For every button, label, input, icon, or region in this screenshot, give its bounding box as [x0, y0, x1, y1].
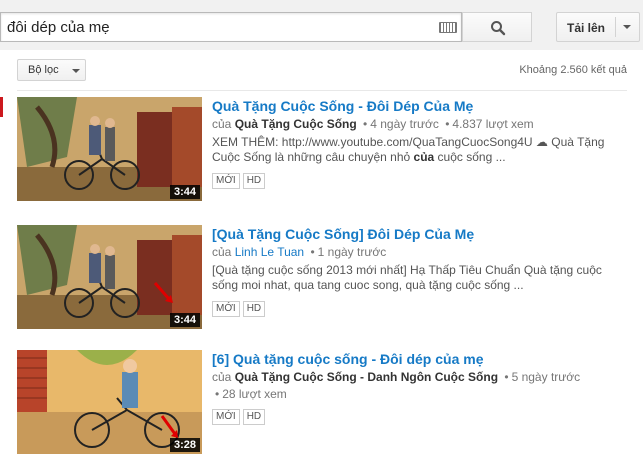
upload-age: 1 ngày trước: [317, 245, 387, 259]
upload-age: 5 ngày trước: [511, 370, 581, 384]
hd-badge: HD: [242, 409, 266, 425]
badge-row: MỚI HD: [212, 407, 632, 425]
badge-row: MỚI HD: [212, 299, 632, 317]
badge-row: MỚI HD: [212, 171, 632, 189]
chevron-down-icon: [72, 69, 80, 73]
separator-dot: •: [363, 117, 368, 131]
new-badge: MỚI: [212, 409, 240, 425]
channel-link[interactable]: Quà Tặng Cuộc Sống: [235, 117, 357, 131]
description-text: cuộc sống ...: [434, 150, 506, 164]
separator-dot: •: [310, 245, 315, 259]
result-count: Khoảng 2.560 kết quả: [519, 64, 627, 76]
search-query-text: đôi dép của mẹ: [7, 19, 110, 36]
channel-link[interactable]: Linh Le Tuan: [235, 245, 304, 259]
upload-label: Tải lên: [567, 21, 606, 35]
search-icon: [491, 21, 506, 36]
channel-link[interactable]: Quà Tặng Cuộc Sống - Danh Ngôn Cuộc Sống: [235, 370, 498, 384]
keyboard-icon[interactable]: [439, 22, 457, 33]
description-line: XEM THÊM: http://www.youtube.com/QuaTang…: [212, 135, 605, 149]
video-info: [Quà Tặng Cuộc Sống] Đôi Dép Của Mẹ của …: [212, 225, 632, 317]
video-thumbnail[interactable]: 3:44: [17, 97, 202, 201]
video-result-2: 3:44 [Quà Tặng Cuộc Sống] Đôi Dép Của Mẹ…: [0, 225, 643, 337]
video-title[interactable]: Quà Tặng Cuộc Sống - Đôi Dép Của Mẹ: [212, 97, 632, 115]
separator-dot: •: [504, 370, 509, 384]
upload-button[interactable]: Tải lên: [556, 12, 640, 42]
video-description: XEM THÊM: http://www.youtube.com/QuaTang…: [212, 135, 632, 165]
filter-label: Bộ lọc: [28, 64, 59, 76]
video-result-1: 3:44 Quà Tặng Cuộc Sống - Đôi Dép Của Mẹ…: [0, 97, 643, 209]
description-line: sống moi nhat, qua tang cuoc song, quà t…: [212, 278, 524, 292]
masthead: đôi dép của mẹ Tải lên: [0, 0, 643, 50]
video-title[interactable]: [Quà Tặng Cuộc Sống] Đôi Dép Của Mẹ: [212, 225, 632, 243]
video-info: Quà Tặng Cuộc Sống - Đôi Dép Của Mẹ của …: [212, 97, 632, 189]
video-meta: của Linh Le Tuan • 1 ngày trước: [212, 244, 632, 261]
view-count: 4.837 lượt xem: [452, 117, 534, 131]
upload-age: 4 ngày trước: [370, 117, 439, 131]
results-panel: Bộ lọc Khoảng 2.560 kết quả 3:44 Quà Tặn…: [0, 50, 643, 464]
new-badge: MỚI: [212, 173, 240, 189]
video-description: [Quà tặng cuộc sống 2013 mới nhất] Hạ Th…: [212, 263, 632, 293]
upload-divider: [615, 17, 616, 37]
hd-badge: HD: [242, 301, 266, 317]
video-thumbnail[interactable]: 3:44: [17, 225, 202, 329]
chevron-down-icon[interactable]: [623, 25, 631, 29]
video-result-3: 3:28 [6] Quà tặng cuộc sống - Đôi dép củ…: [0, 350, 643, 462]
video-meta: của Quà Tặng Cuộc Sống • 4 ngày trước • 4.…: [212, 116, 632, 133]
separator-dot: •: [215, 387, 220, 401]
description-highlight: của: [413, 150, 435, 164]
hd-badge: HD: [242, 173, 266, 189]
description-text: Cuộc Sống là những câu chuyện nhỏ: [212, 150, 414, 164]
description-line: [Quà tặng cuộc sống 2013 mới nhất] Hạ Th…: [212, 263, 602, 277]
separator-dot: •: [445, 117, 450, 131]
description-line: Cuộc Sống là những câu chuyện nhỏ của cu…: [212, 150, 632, 165]
video-duration: 3:28: [169, 438, 200, 452]
video-duration: 3:44: [169, 313, 200, 327]
video-meta: của Quà Tặng Cuộc Sống - Danh Ngôn Cuộc …: [212, 369, 632, 403]
filter-button[interactable]: Bộ lọc: [17, 59, 86, 81]
video-info: [6] Quà tặng cuộc sống - Đôi dép của mẹ …: [212, 350, 632, 425]
by-prefix: của: [212, 245, 232, 259]
divider: [17, 90, 627, 91]
video-thumbnail[interactable]: 3:28: [17, 350, 202, 454]
by-prefix: của: [212, 117, 232, 131]
video-duration: 3:44: [169, 185, 200, 199]
search-input[interactable]: đôi dép của mẹ: [0, 12, 462, 42]
new-badge: MỚI: [212, 301, 240, 317]
search-button[interactable]: [462, 12, 532, 42]
view-count: 28 lượt xem: [222, 387, 287, 401]
by-prefix: của: [212, 370, 232, 384]
video-title[interactable]: [6] Quà tặng cuộc sống - Đôi dép của mẹ: [212, 350, 632, 368]
